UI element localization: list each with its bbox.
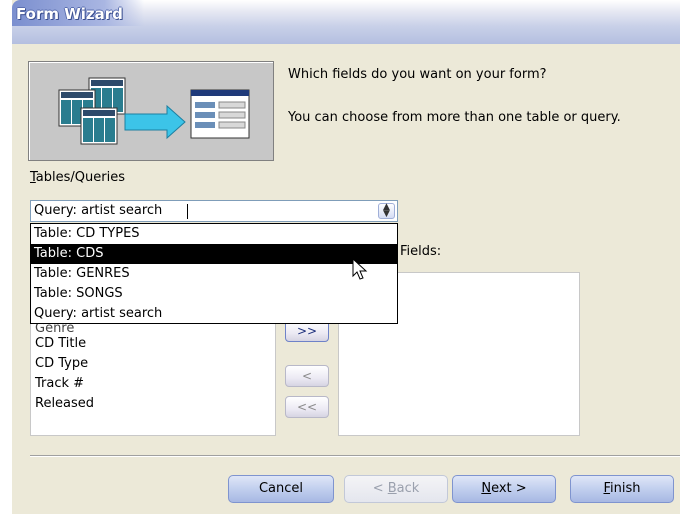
tables-queries-label-rest: ables/Queries [35,170,125,185]
tables-queries-dropdown-list[interactable]: Table: CD TYPES Table: CDS Table: GENRES… [30,223,398,324]
tables-queries-combobox[interactable]: Query: artist search ▲ ▼ [30,200,398,222]
next-button-accel: N [481,481,492,496]
list-item[interactable]: CD Type [35,356,88,372]
title-bar[interactable]: Form Wizard [12,0,680,44]
back-button-rest: ack [396,481,420,496]
wizard-question: Which fields do you want on your form? [288,67,547,82]
list-item[interactable]: Released [35,396,94,412]
back-button-prefix: < [372,481,388,496]
wizard-illustration [28,61,274,161]
back-button-accel: B [387,481,397,496]
mouse-pointer-icon [352,258,368,280]
dropdown-option[interactable]: Query: artist search [31,304,397,324]
next-button-rest: ext > [491,481,527,496]
divider [30,455,680,457]
combobox-value: Query: artist search [34,203,163,218]
form-wizard-window: Form Wizard Which fields do you want on … [12,0,680,514]
dropdown-option[interactable]: Table: CD TYPES [31,224,397,244]
dropdown-option[interactable]: Table: GENRES [31,264,397,284]
list-item[interactable]: Track # [35,376,84,392]
cancel-button[interactable]: Cancel [228,475,334,503]
window-title: Form Wizard [16,5,123,23]
dropdown-option[interactable]: Table: SONGS [31,284,397,304]
finish-button[interactable]: Finish [570,475,674,503]
remove-all-fields-button[interactable]: << [285,396,329,418]
wizard-hint: You can choose from more than one table … [288,110,621,125]
tables-to-form-icon [58,77,250,145]
dropdown-option-highlighted[interactable]: Table: CDS [31,244,397,264]
next-button[interactable]: Next > [452,475,556,503]
tables-queries-label: Tables/Queries [30,170,125,185]
selected-fields-label: Fields: [400,244,442,259]
text-caret [187,204,188,219]
remove-field-button[interactable]: < [285,365,329,387]
back-button[interactable]: < Back [344,475,448,503]
list-item[interactable]: CD Title [35,336,86,352]
dropdown-arrow-icon[interactable]: ▲ ▼ [378,203,395,219]
finish-button-rest: inish [610,481,641,496]
